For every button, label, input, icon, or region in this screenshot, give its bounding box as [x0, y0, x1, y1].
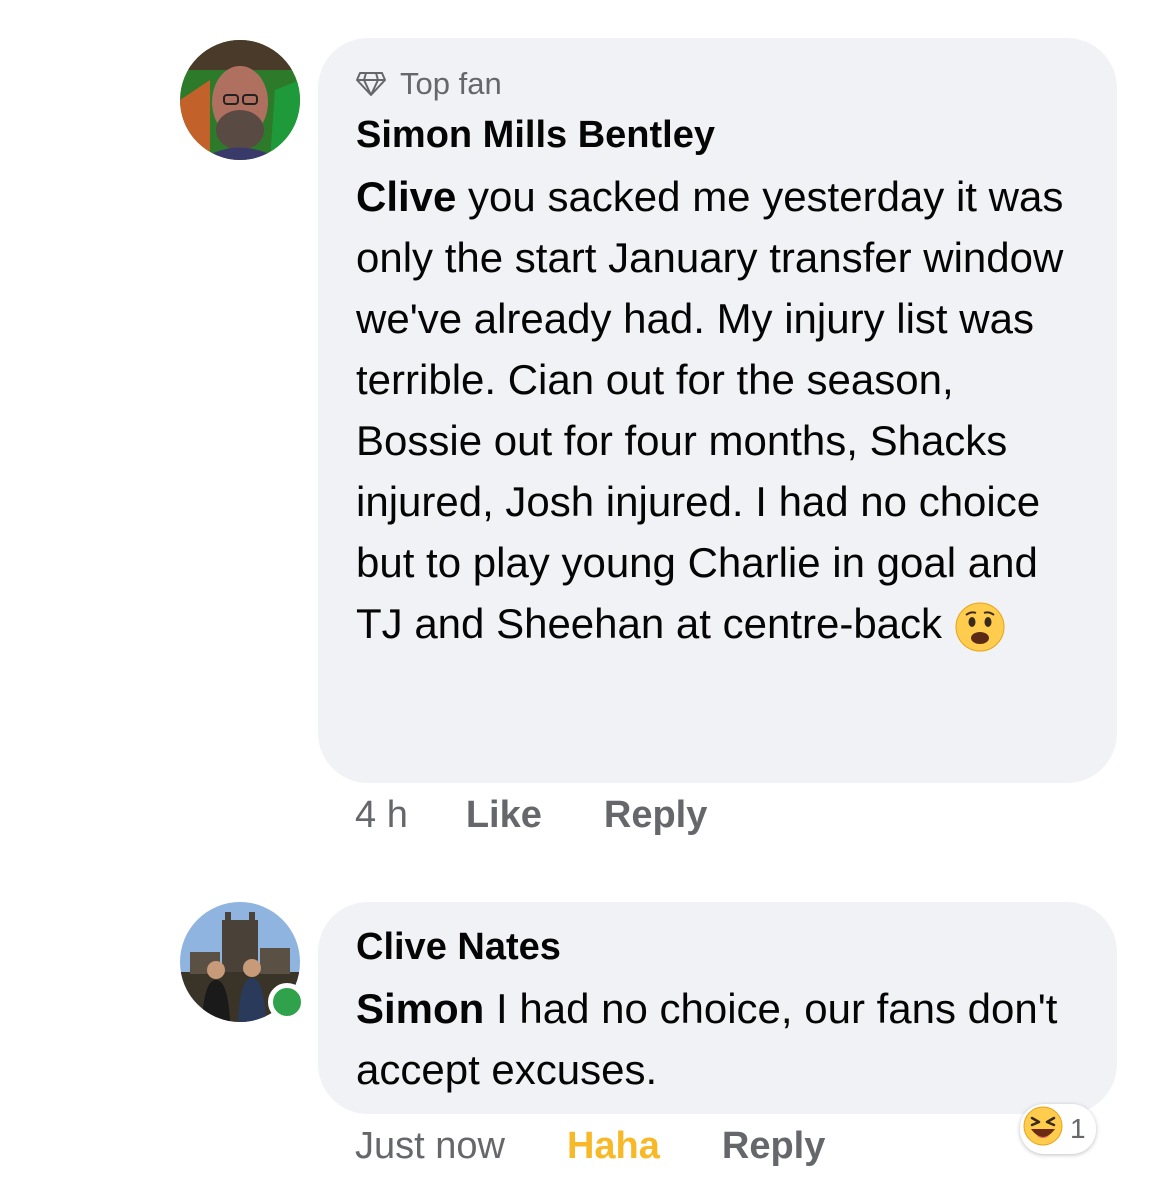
- worried-face-emoji: [954, 600, 1006, 652]
- badge-label: Top fan: [400, 66, 502, 101]
- haha-reaction-button[interactable]: Haha: [567, 1125, 660, 1168]
- diamond-icon: [356, 72, 386, 96]
- comment-author[interactable]: Clive Nates: [356, 922, 1087, 972]
- comment-bubble-simon: Top fan Simon Mills Bentley Clive you sa…: [318, 38, 1117, 783]
- online-status-indicator: [268, 983, 306, 1021]
- laughing-face-emoji: [1022, 1105, 1064, 1154]
- comment-actions-simon: 4 h Like Reply: [355, 792, 707, 838]
- avatar-simon[interactable]: [180, 40, 300, 160]
- reply-button[interactable]: Reply: [722, 1125, 825, 1168]
- top-fan-badge: Top fan: [356, 64, 1087, 104]
- reply-button[interactable]: Reply: [604, 794, 707, 837]
- comment-text: Simon I had no choice, our fans don't ac…: [356, 978, 1087, 1100]
- reaction-count: 1: [1070, 1113, 1086, 1144]
- like-button[interactable]: Like: [466, 794, 542, 837]
- mention-tag[interactable]: Clive: [356, 173, 456, 220]
- comment-body: you sacked me yesterday it was only the …: [356, 173, 1064, 647]
- comment-bubble-clive: Clive Nates Simon I had no choice, our f…: [318, 902, 1117, 1114]
- timestamp[interactable]: 4 h: [355, 794, 408, 837]
- reaction-summary[interactable]: 1: [1020, 1104, 1096, 1154]
- mention-tag[interactable]: Simon: [356, 985, 484, 1032]
- timestamp[interactable]: Just now: [355, 1125, 505, 1168]
- comment-text: Clive you sacked me yesterday it was onl…: [356, 166, 1087, 654]
- comment-actions-clive: Just now Haha Reply: [355, 1122, 825, 1170]
- comment-author[interactable]: Simon Mills Bentley: [356, 110, 1087, 160]
